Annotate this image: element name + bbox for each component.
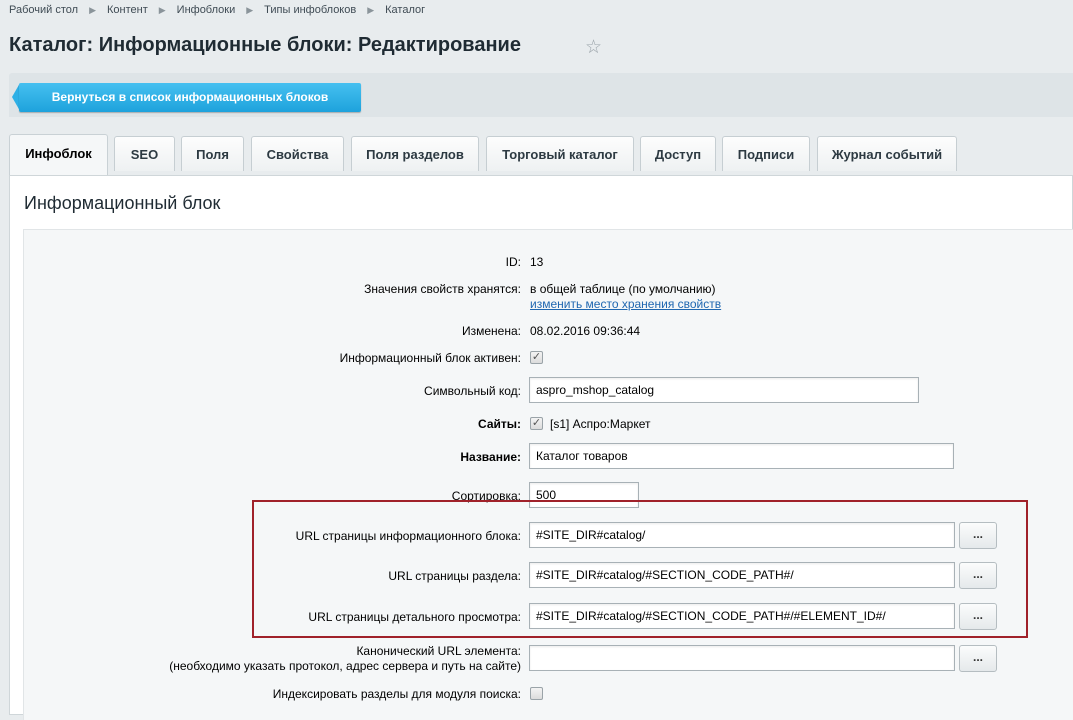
changed-label: Изменена: xyxy=(462,324,521,338)
section-title: Информационный блок xyxy=(24,193,221,213)
tab-section-fields[interactable]: Поля разделов xyxy=(351,136,479,171)
tab-seo[interactable]: SEO xyxy=(114,136,175,171)
chevron-right-icon: ▶ xyxy=(367,4,375,15)
breadcrumb-item-iblocks[interactable]: Инфоблоки xyxy=(177,4,236,16)
url-section-label: URL страницы раздела: xyxy=(388,569,521,583)
id-label: ID: xyxy=(505,255,521,269)
url-section-browse-button[interactable]: ... xyxy=(959,562,997,589)
storage-value: в общей таблице (по умолчанию) xyxy=(530,282,716,296)
url-detail-browse-button[interactable]: ... xyxy=(959,603,997,630)
tab-fields[interactable]: Поля xyxy=(181,136,244,171)
changed-value: 08.02.2016 09:36:44 xyxy=(530,324,641,338)
site-s1-checkbox[interactable]: ✓ xyxy=(530,417,543,430)
active-label: Информационный блок активен: xyxy=(339,351,521,365)
url-list-label: URL страницы информационного блока: xyxy=(295,529,521,543)
name-input[interactable]: Каталог товаров xyxy=(529,443,954,469)
active-checkbox[interactable]: ✓ xyxy=(530,351,543,364)
url-list-browse-button[interactable]: ... xyxy=(959,522,997,549)
name-label: Название: xyxy=(460,450,521,464)
canonical-browse-button[interactable]: ... xyxy=(959,645,997,672)
tab-access[interactable]: Доступ xyxy=(640,136,716,171)
site-s1-label: [s1] Аспро:Маркет xyxy=(550,417,651,431)
breadcrumb-item-content[interactable]: Контент xyxy=(107,4,148,16)
tab-trade-catalog[interactable]: Торговый каталог xyxy=(486,136,634,171)
page-title: Каталог: Информационные блоки: Редактиро… xyxy=(9,34,521,56)
breadcrumb: Рабочий стол ▶ Контент ▶ Инфоблоки ▶ Типы инфо… xyxy=(9,4,425,16)
canonical-input[interactable] xyxy=(529,645,955,671)
canonical-hint: (необходимо указать протокол, адрес серв… xyxy=(169,659,521,673)
tab-properties[interactable]: Свойства xyxy=(251,136,344,171)
breadcrumb-item-desktop[interactable]: Рабочий стол xyxy=(9,4,78,16)
id-value: 13 xyxy=(530,255,544,269)
url-section-input[interactable]: #SITE_DIR#catalog/#SECTION_CODE_PATH#/ xyxy=(529,562,955,588)
sites-label: Сайты: xyxy=(478,417,521,431)
index-sections-label: Индексировать разделы для модуля поиска: xyxy=(272,687,521,701)
breadcrumb-item-iblock-types[interactable]: Типы инфоблоков xyxy=(264,4,356,16)
tab-event-log[interactable]: Журнал событий xyxy=(817,136,957,171)
canonical-label: Канонический URL элемента: xyxy=(356,644,521,658)
storage-label: Значения свойств хранятся: xyxy=(364,282,521,296)
code-input[interactable]: aspro_mshop_catalog xyxy=(529,377,919,403)
url-list-input[interactable]: #SITE_DIR#catalog/ xyxy=(529,522,955,548)
change-storage-link[interactable]: изменить место хранения свойств xyxy=(530,297,721,311)
breadcrumb-item-catalog[interactable]: Каталог xyxy=(385,4,425,16)
star-icon[interactable]: ☆ xyxy=(585,36,602,59)
code-label: Символьный код: xyxy=(424,384,521,398)
chevron-right-icon: ▶ xyxy=(158,4,166,15)
url-detail-input[interactable]: #SITE_DIR#catalog/#SECTION_CODE_PATH#/#E… xyxy=(529,603,955,629)
chevron-right-icon: ▶ xyxy=(246,4,254,15)
tab-iblock[interactable]: Инфоблок xyxy=(9,134,108,175)
tab-captions[interactable]: Подписи xyxy=(722,136,810,171)
chevron-right-icon: ▶ xyxy=(89,4,96,15)
back-to-list-button[interactable]: Вернуться в список информационных блоков xyxy=(19,83,361,112)
url-detail-label: URL страницы детального просмотра: xyxy=(308,610,521,624)
index-sections-checkbox[interactable] xyxy=(530,687,543,700)
